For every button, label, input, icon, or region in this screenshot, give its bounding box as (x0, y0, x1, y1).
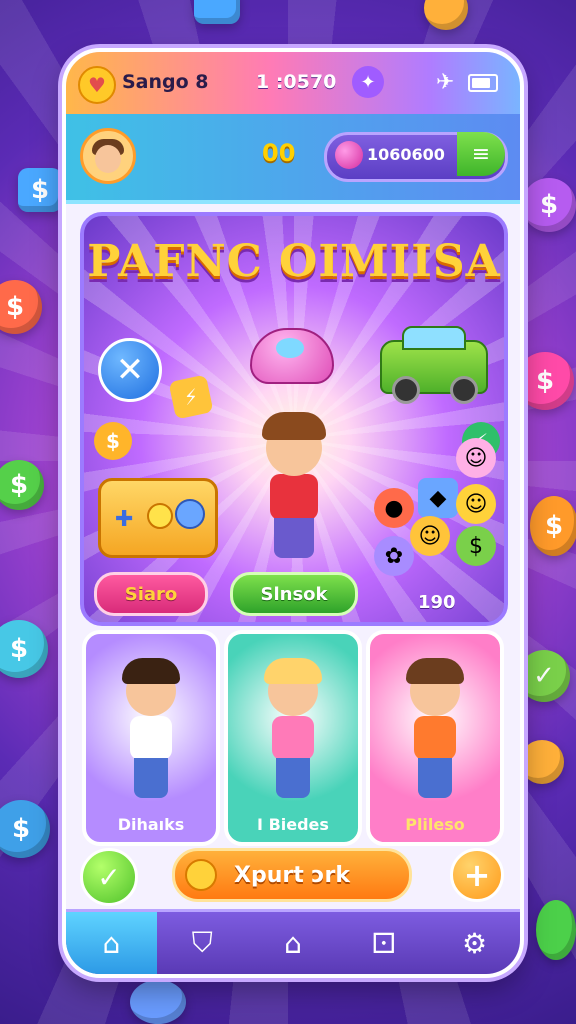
character-hair (262, 412, 326, 440)
background-coin: ✓ (518, 650, 570, 702)
avatar-face (95, 145, 121, 173)
gem-icon[interactable]: ✦ (352, 66, 384, 98)
coin-icon: $ (456, 526, 496, 566)
main-action-button[interactable]: Xpurt ɔrk (172, 848, 412, 902)
profile-bar: 00 1060600 ≡ (66, 114, 520, 204)
character-hair (264, 658, 322, 684)
coin-icon: $ (94, 422, 132, 460)
hero-character (244, 412, 344, 562)
gear-icon[interactable]: ⚙ (429, 912, 520, 974)
close-button[interactable]: ✕ (98, 338, 162, 402)
character-name: Dihaıks (117, 815, 185, 834)
background-coin: $ (516, 352, 574, 410)
house-icon[interactable]: ⌂ (248, 912, 339, 974)
console-button (147, 503, 173, 529)
butterfly-icon: ✿ (374, 536, 414, 576)
dice-icon[interactable]: ⚀ (338, 912, 429, 974)
character-figure (116, 656, 186, 806)
character-name: Plileso (405, 815, 465, 834)
airplane-icon: ✈ (436, 70, 455, 95)
character-legs (274, 518, 314, 558)
background-coin: $ (522, 178, 576, 232)
game-console-icon: ✚ (98, 478, 218, 558)
background-coin (194, 0, 240, 24)
smile-icon: ☺ (456, 438, 496, 478)
character-legs (276, 758, 310, 798)
character-card[interactable]: Plileso (366, 630, 504, 846)
wheel (450, 376, 478, 404)
home-icon[interactable]: ⌂ (66, 912, 157, 974)
car-icon (380, 326, 488, 404)
character-name: I Biedes (257, 815, 329, 834)
status-title: Sango 8 (122, 71, 209, 93)
character-body (272, 716, 314, 760)
console-button (175, 499, 205, 529)
emoji-cluster: ● ◆ ☺ ☺ ☺ $ ✿ (374, 438, 496, 588)
battery-icon (468, 74, 498, 92)
background-coin: $ (18, 168, 62, 212)
background-coin (520, 740, 564, 784)
status-bar: ♥ Sango 8 1 :0570 ✦ ✈ (66, 52, 520, 114)
add-button[interactable]: + (450, 848, 504, 902)
shield-icon[interactable]: ⛉ (157, 912, 248, 974)
background-coin (536, 900, 576, 960)
main-action-label: Xpurt ɔrk (234, 862, 350, 888)
character-legs (418, 758, 452, 798)
check-button[interactable]: ✓ (80, 848, 138, 906)
tile-icon: ⚡ (168, 374, 214, 420)
wheel (392, 376, 420, 404)
phone-frame: ♥ Sango 8 1 :0570 ✦ ✈ 00 1060600 ≡ PAFNC… (62, 48, 524, 978)
currency-value: 1060600 (367, 145, 445, 164)
smile-icon: ☺ (410, 516, 450, 556)
peach-icon: ● (374, 488, 414, 528)
character-figure (258, 656, 328, 806)
smile-icon: ☺ (456, 484, 496, 524)
gem-icon (335, 141, 363, 169)
character-legs (134, 758, 168, 798)
character-hair (122, 658, 180, 684)
score: 190 (418, 592, 456, 613)
heart-icon: ♥ (78, 66, 116, 104)
star-icon (185, 859, 217, 891)
bottom-nav: ⌂ ⛉ ⌂ ⚀ ⚙ (66, 909, 520, 974)
gem-icon: ◆ (418, 478, 458, 518)
game-title: PAFNC OIMIISA (87, 236, 501, 287)
avatar[interactable] (80, 128, 136, 184)
coin-count: 00 (262, 139, 296, 167)
action-row: ✓ Xpurt ɔrk + (66, 842, 520, 906)
spaceship-icon (250, 328, 334, 384)
hero-panel: PAFNC OIMIISA ✕ ⚡ $ ⚡ ✚ ● ◆ ☺ ☺ ☺ $ (80, 212, 508, 626)
currency-pill[interactable]: 1060600 ≡ (324, 132, 508, 182)
character-body (130, 716, 172, 760)
store-button[interactable]: Siaro (94, 572, 208, 616)
status-time: 1 :0570 (256, 71, 337, 93)
start-button[interactable]: Slnsok (230, 572, 358, 616)
character-body (270, 474, 318, 520)
character-card[interactable]: Dihaıks (82, 630, 220, 846)
background-coin (130, 980, 186, 1024)
dpad-icon: ✚ (115, 507, 134, 532)
character-figure (400, 656, 470, 806)
character-card[interactable]: I Biedes (224, 630, 362, 846)
background-coin: $ (530, 496, 576, 556)
character-body (414, 716, 456, 760)
menu-icon[interactable]: ≡ (457, 132, 505, 176)
character-hair (406, 658, 464, 684)
